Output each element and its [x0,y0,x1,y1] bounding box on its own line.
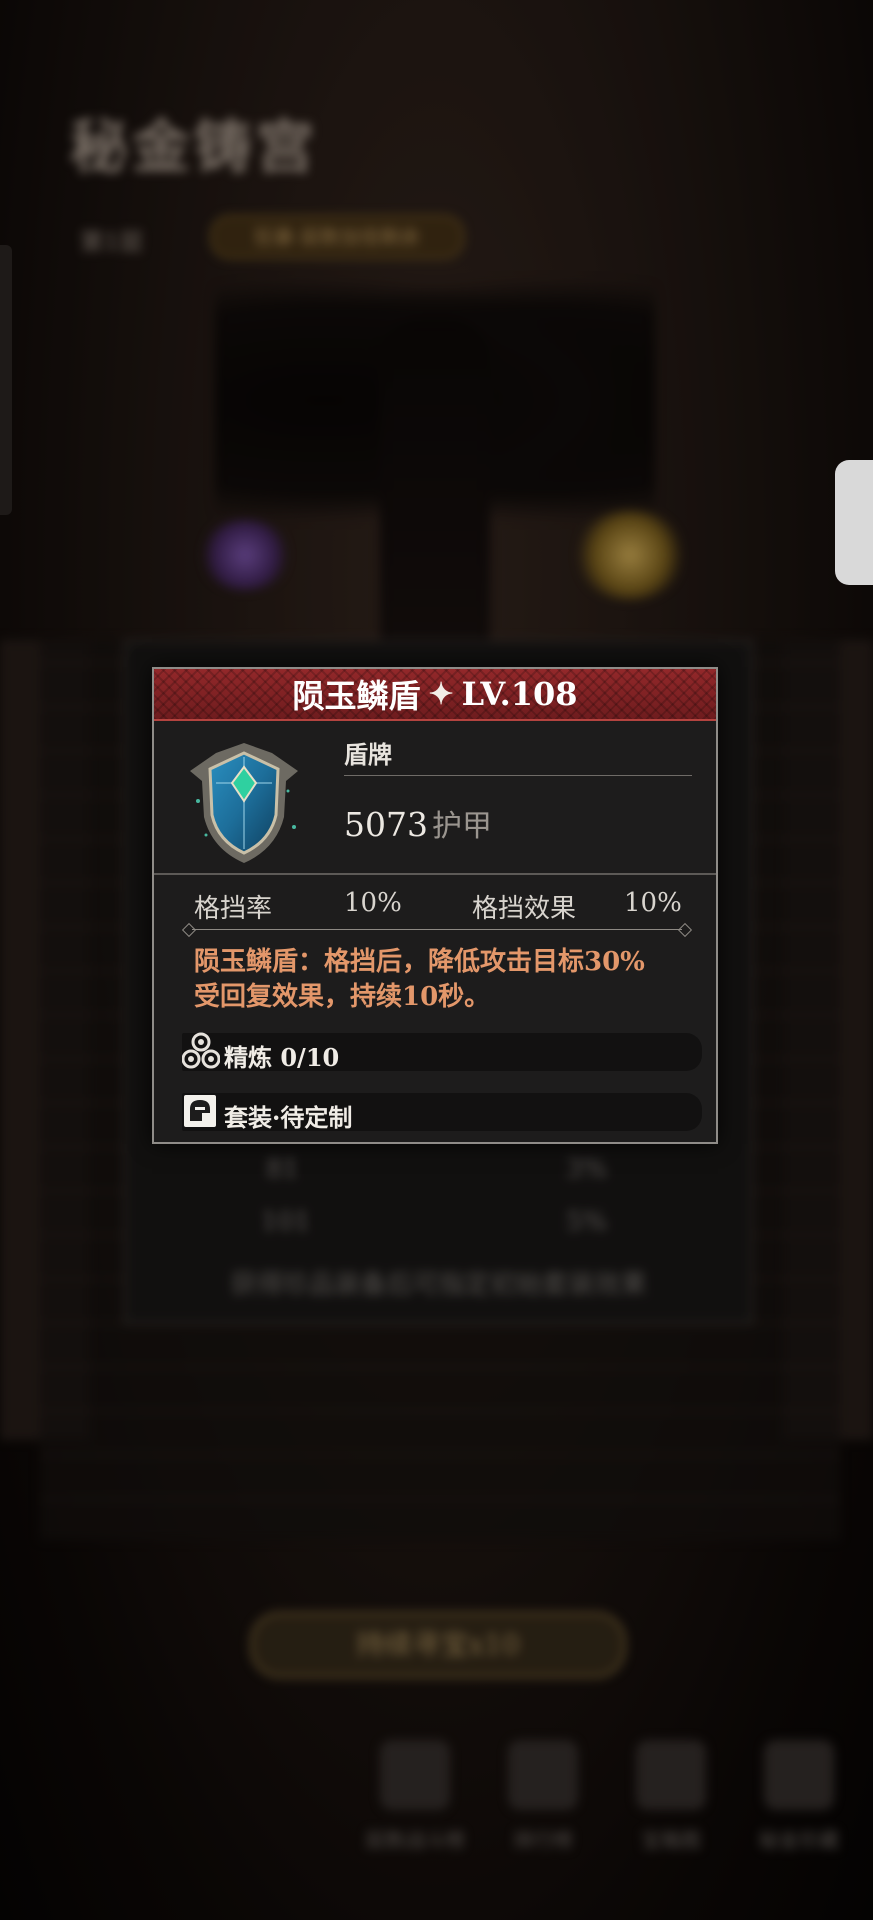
right-edge-handle[interactable] [835,460,873,585]
main-stat: 5073 护甲 [344,801,492,845]
sparkle-star-icon: ✦ [428,676,454,712]
refine-label: 精炼 0/10 [224,1043,340,1072]
stat-label-block-rate: 格挡率 [194,894,273,924]
set-row[interactable]: 套装·待定制 [182,1093,702,1132]
item-effect-description: 陨玉鳞盾：格挡后，降低攻击目标30% 受回复效果，持续10秒。 [194,945,694,1015]
type-divider [344,775,692,776]
ornate-divider [181,922,693,938]
set-label: 套装·待定制 [224,1103,353,1132]
item-tooltip-card: 陨玉鳞盾 ✦ LV.108 盾牌 5073 护甲 格挡率 10% 格挡效果 10… [152,667,718,1144]
description-line: 陨玉鳞盾：格挡后，降低攻击目标30% [194,947,645,977]
refine-cluster-icon [182,1032,220,1069]
item-level: LV.108 [461,675,578,713]
item-name: 陨玉鳞盾 [292,677,421,715]
shield-icon [190,743,298,863]
item-summary: 盾牌 5073 护甲 [154,721,716,875]
stat-value-block-effect: 10% [624,888,682,918]
refine-row[interactable]: 精炼 0/10 [182,1032,702,1072]
stat-value-block-rate: 10% [344,888,402,918]
description-line: 受回复效果，持续10秒。 [194,982,491,1012]
stat-label-block-effect: 格挡效果 [472,894,577,924]
item-type: 盾牌 [344,740,392,769]
set-helmet-icon [184,1095,216,1127]
main-stat-unit: 护甲 [431,809,492,844]
item-header: 陨玉鳞盾 ✦ LV.108 [154,669,716,721]
main-stat-value: 5073 [344,805,428,844]
left-edge-handle[interactable] [0,245,12,515]
